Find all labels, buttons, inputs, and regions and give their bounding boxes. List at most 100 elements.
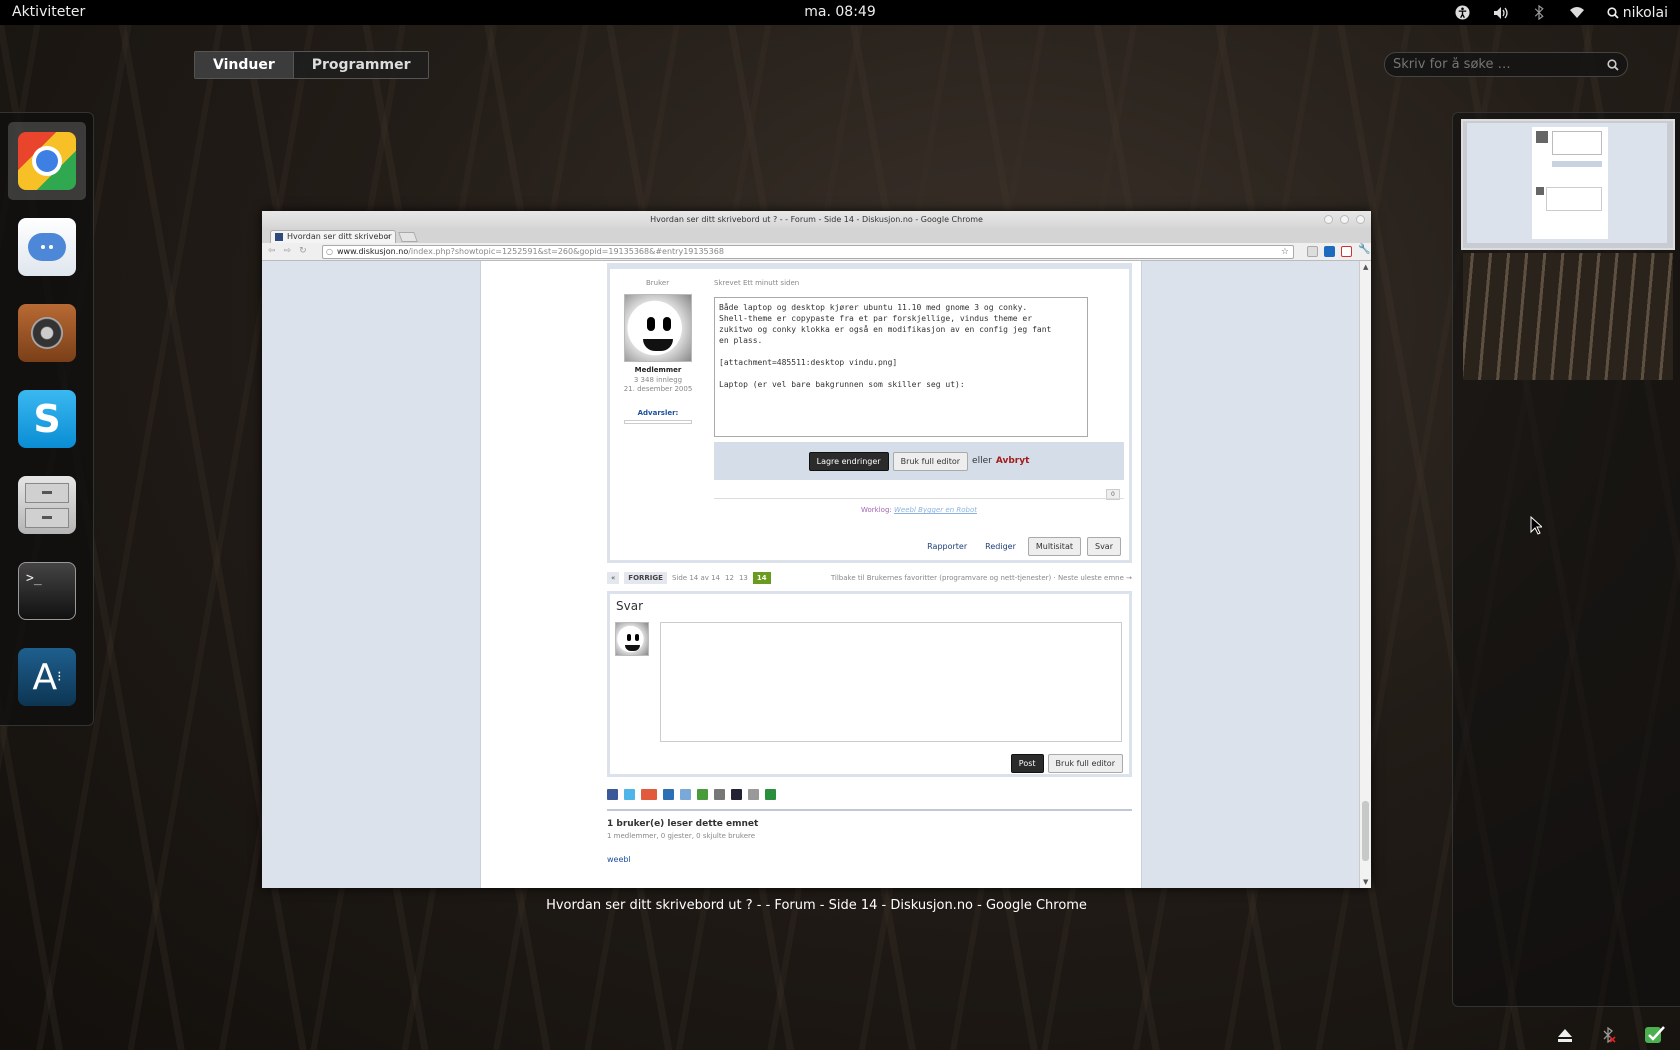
activities-button[interactable]: Aktiviteter — [12, 4, 85, 20]
reply-form: Svar Post Bruk full editor — [607, 591, 1132, 777]
report-link[interactable]: Rapporter — [921, 539, 973, 554]
chrome-window-preview[interactable]: Hvordan ser ditt skrivebord ut ? - - For… — [262, 211, 1371, 888]
print-icon[interactable] — [714, 789, 725, 800]
user-menu[interactable]: nikolai — [1607, 5, 1668, 21]
worklog-link[interactable]: Weebl Bygger en Robot — [894, 506, 977, 514]
window-titlebar: Hvordan ser ditt skrivebord ut ? - - For… — [262, 211, 1371, 228]
facebook-icon[interactable] — [607, 789, 618, 800]
bluetooth-disabled-icon[interactable] — [1602, 1027, 1616, 1043]
reply-title: Svar — [616, 599, 644, 613]
gmail-extension-icon[interactable] — [1341, 246, 1352, 257]
dash-item-applications[interactable]: A ⁝ — [8, 638, 86, 716]
url-path: /index.php?showtopic=1252591&st=260&gopi… — [408, 247, 724, 256]
maximize-icon[interactable] — [1340, 215, 1349, 224]
scroll-up-icon[interactable]: ▲ — [1363, 263, 1368, 271]
dash-item-empathy[interactable] — [8, 208, 86, 286]
join-date: 21. desember 2005 — [623, 385, 693, 393]
reddit-icon[interactable] — [748, 789, 759, 800]
tab-applications[interactable]: Programmer — [292, 52, 429, 78]
user-group: Medlemmer — [634, 366, 682, 374]
author-label: Bruker — [646, 279, 670, 287]
avatar[interactable] — [624, 294, 692, 362]
full-editor-button[interactable]: Bruk full editor — [892, 451, 969, 471]
page-scrollbar[interactable]: ▲ ▼ — [1359, 261, 1371, 888]
workspace-selector — [1452, 112, 1680, 1007]
first-page-button[interactable]: « — [607, 572, 620, 584]
volume-icon[interactable] — [1493, 5, 1509, 21]
edit-link[interactable]: Rediger — [979, 539, 1022, 554]
dash-item-rhythmbox[interactable] — [8, 294, 86, 372]
reload-icon[interactable]: ↻ — [299, 246, 307, 256]
speaker-icon — [18, 304, 76, 362]
extension-icon[interactable] — [1307, 246, 1318, 257]
download-icon[interactable] — [697, 789, 708, 800]
twitter-icon[interactable] — [624, 789, 635, 800]
close-icon[interactable] — [1356, 215, 1365, 224]
wifi-icon[interactable] — [1569, 5, 1585, 21]
skype-icon: S — [18, 390, 76, 448]
view-selector: Vinduer Programmer — [194, 51, 430, 79]
post-actions: Rapporter Rediger Multisitat Svar — [921, 537, 1121, 556]
warnings-label[interactable]: Advarsler: — [618, 409, 698, 417]
post-button[interactable]: Post — [1010, 754, 1044, 773]
email-icon[interactable] — [680, 789, 691, 800]
wrench-icon[interactable]: 🔧 — [1358, 244, 1370, 255]
signature: Worklog: Weebl Bygger en Robot — [714, 506, 1124, 514]
forward-icon[interactable]: ⇨ — [284, 246, 292, 256]
tab-windows[interactable]: Vinduer — [195, 52, 293, 78]
delicious-icon[interactable] — [731, 789, 742, 800]
post-time: Skrevet Ett minutt siden — [714, 279, 800, 287]
dash-item-chrome[interactable] — [8, 122, 86, 200]
reply-full-editor-button[interactable]: Bruk full editor — [1047, 754, 1123, 773]
file-cabinet-icon — [18, 476, 76, 534]
tab-close-icon[interactable]: × — [384, 231, 391, 243]
scroll-thumb[interactable] — [1362, 801, 1369, 861]
back-icon[interactable]: ⇦ — [268, 246, 276, 256]
page-link-12[interactable]: 12 — [725, 574, 734, 582]
google-plus-icon[interactable] — [641, 789, 657, 800]
tab-strip: Hvordan ser ditt skrivebor × — [262, 228, 1371, 243]
stumbleupon-icon[interactable] — [765, 789, 776, 800]
bookmark-star-icon[interactable]: ☆ — [1281, 246, 1289, 258]
divider — [607, 809, 1132, 811]
forum-post: Bruker Skrevet Ett minutt siden Medlemme… — [607, 263, 1132, 563]
reply-textarea[interactable] — [660, 622, 1122, 742]
dash-item-skype[interactable]: S — [8, 380, 86, 458]
new-tab-button[interactable] — [398, 232, 418, 242]
browser-toolbar: ⇦ ⇨ ↻ ○ www.diskusjon.no/index.php?showt… — [262, 243, 1371, 261]
digg-icon[interactable] — [663, 789, 674, 800]
page-icon: ○ — [326, 247, 333, 256]
minimize-icon[interactable] — [1324, 215, 1333, 224]
accessibility-icon[interactable] — [1455, 5, 1471, 21]
share-bar — [607, 789, 776, 800]
reader-user-link[interactable]: weebl — [607, 855, 631, 864]
avatar — [615, 622, 649, 656]
dash-item-terminal[interactable]: >_ — [8, 552, 86, 630]
save-changes-button[interactable]: Lagre endringer — [808, 451, 889, 471]
bluetooth-icon[interactable] — [1531, 5, 1547, 21]
eject-icon[interactable] — [1556, 1027, 1574, 1043]
chrome-icon — [18, 132, 76, 190]
clock[interactable]: ma. 08:49 — [804, 4, 875, 20]
workspace-2[interactable] — [1463, 253, 1673, 380]
previous-page-button[interactable]: FORRIGE — [624, 572, 667, 584]
top-bar: Aktiviteter ma. 08:49 nikolai — [0, 0, 1680, 25]
calendar-extension-icon[interactable] — [1324, 246, 1335, 257]
back-to-forum-link[interactable]: Tilbake til Brukernes favoritter (progra… — [831, 574, 1132, 582]
multiquote-button[interactable]: Multisitat — [1027, 537, 1081, 556]
reply-button[interactable]: Svar — [1086, 537, 1121, 556]
scroll-down-icon[interactable]: ▼ — [1363, 878, 1368, 886]
window-caption: Hvordan ser ditt skrivebord ut ? - - For… — [546, 898, 1087, 913]
cancel-link[interactable]: Avbryt — [996, 456, 1030, 466]
workspace-1[interactable] — [1461, 119, 1675, 250]
mouse-cursor-icon — [1530, 516, 1542, 535]
post-editor[interactable]: Både laptop og desktop kjører ubuntu 11.… — [714, 297, 1088, 437]
browser-tab[interactable]: Hvordan ser ditt skrivebor × — [270, 230, 396, 243]
worklog-label: Worklog: — [861, 506, 892, 514]
dash-item-files[interactable] — [8, 466, 86, 544]
page-link-13[interactable]: 13 — [739, 574, 748, 582]
search-input[interactable] — [1393, 57, 1607, 72]
update-checkmark-icon[interactable] — [1644, 1025, 1666, 1045]
address-bar[interactable]: ○ www.diskusjon.no/index.php?showtopic=1… — [322, 245, 1294, 259]
or-label: eller — [972, 456, 992, 466]
